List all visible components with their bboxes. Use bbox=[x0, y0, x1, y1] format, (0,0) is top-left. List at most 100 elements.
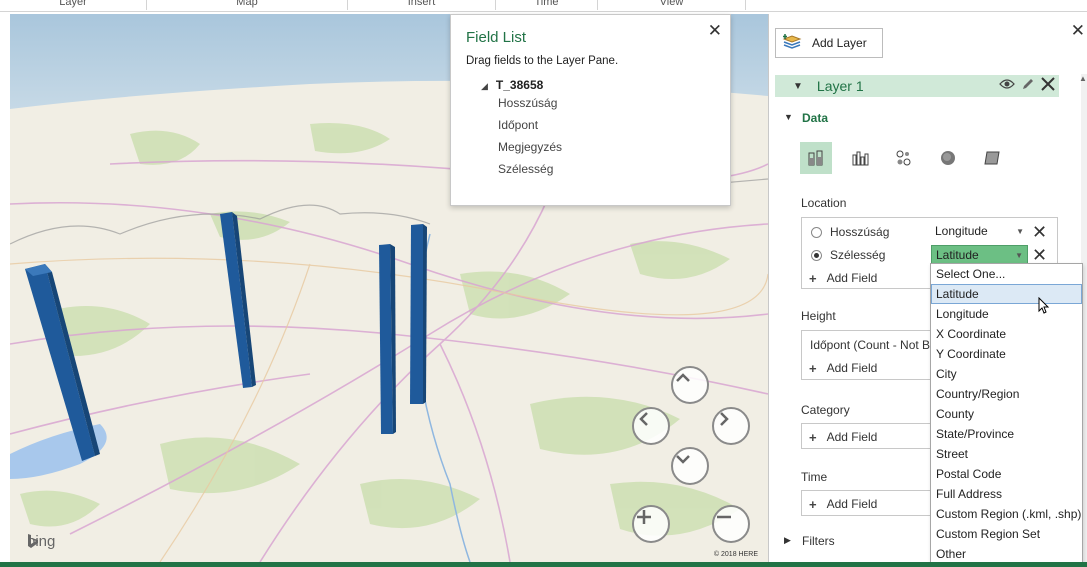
ribbon-group-labels: Layer Map Insert Time View bbox=[0, 0, 1087, 12]
location-radio-selected[interactable] bbox=[811, 249, 822, 261]
heat-map-viz-button[interactable] bbox=[932, 142, 964, 174]
region-icon bbox=[984, 151, 1000, 165]
field-item[interactable]: Szélesség bbox=[498, 162, 553, 176]
dropdown-option[interactable]: Custom Region (.kml, .shp) bbox=[931, 504, 1082, 524]
stacked-column-viz-button[interactable] bbox=[800, 142, 832, 174]
dropdown-option[interactable]: Street bbox=[931, 444, 1082, 464]
data-bar bbox=[410, 224, 423, 404]
ribbon-group-insert: Insert bbox=[348, 0, 496, 10]
bing-logo: bing bbox=[27, 533, 55, 550]
location-row[interactable]: Szélesség bbox=[802, 245, 885, 265]
field-list-title: Field List bbox=[466, 29, 527, 46]
layers-icon bbox=[782, 34, 802, 49]
location-field-name: Szélesség bbox=[830, 248, 886, 262]
plus-icon: + bbox=[809, 270, 817, 286]
location-type-dropdown-list[interactable]: Select One... Latitude Longitude X Coord… bbox=[930, 263, 1083, 563]
clustered-column-icon bbox=[852, 151, 869, 166]
dropdown-option[interactable]: Select One... bbox=[931, 264, 1082, 284]
add-field-row[interactable]: + Add Field bbox=[802, 427, 877, 447]
collapse-triangle-icon[interactable]: ▼ bbox=[793, 81, 803, 92]
location-radio[interactable] bbox=[811, 226, 822, 238]
dropdown-option[interactable]: Other bbox=[931, 544, 1082, 564]
dropdown-option[interactable]: Longitude bbox=[931, 304, 1082, 324]
height-field-row[interactable]: Időpont (Count - Not B bbox=[802, 335, 930, 355]
bing-b-icon bbox=[28, 534, 38, 548]
close-icon[interactable]: ✕ bbox=[708, 21, 722, 41]
chevron-down-icon bbox=[676, 455, 690, 464]
collapse-triangle-icon[interactable]: ◢ bbox=[481, 81, 488, 91]
field-item[interactable]: Időpont bbox=[498, 118, 538, 132]
add-field-row[interactable]: + Add Field bbox=[802, 268, 877, 288]
plus-icon: + bbox=[809, 496, 817, 512]
field-list-hint: Drag fields to the Layer Pane. bbox=[466, 55, 619, 67]
category-label: Category bbox=[801, 403, 850, 417]
location-type-select-open[interactable]: Latitude ▼ bbox=[931, 245, 1028, 265]
location-type-value: Longitude bbox=[935, 224, 988, 238]
dropdown-option[interactable]: Postal Code bbox=[931, 464, 1082, 484]
ribbon-group-view: View bbox=[598, 0, 746, 10]
remove-field-icon[interactable]: ✕ bbox=[1032, 223, 1047, 241]
zoom-out-button[interactable] bbox=[712, 505, 750, 543]
close-icon[interactable]: ✕ bbox=[1071, 21, 1085, 41]
dropdown-option[interactable]: State/Province bbox=[931, 424, 1082, 444]
layer-header[interactable]: ▼ Layer 1 bbox=[775, 75, 1059, 97]
region-viz-button[interactable] bbox=[976, 142, 1008, 174]
filters-section-header[interactable]: ▶ Filters bbox=[784, 534, 835, 548]
ribbon-group-map: Map bbox=[147, 0, 348, 10]
chevron-up-icon bbox=[676, 373, 690, 382]
delete-layer-icon[interactable] bbox=[1041, 77, 1055, 91]
heat-map-icon bbox=[941, 151, 955, 165]
add-field-row[interactable]: + Add Field bbox=[802, 358, 877, 378]
add-field-label: Add Field bbox=[826, 361, 878, 375]
dropdown-arrow-icon: ▼ bbox=[1016, 227, 1024, 236]
add-field-row[interactable]: + Add Field bbox=[802, 494, 877, 514]
dropdown-option[interactable]: City bbox=[931, 364, 1082, 384]
layer-name: Layer 1 bbox=[816, 78, 864, 94]
bubble-viz-button[interactable] bbox=[888, 142, 920, 174]
mouse-cursor-icon bbox=[1038, 297, 1050, 314]
pan-right-button[interactable] bbox=[712, 407, 750, 445]
plus-icon: + bbox=[809, 429, 817, 445]
expand-triangle-icon[interactable]: ▶ bbox=[784, 535, 791, 546]
plus-icon: + bbox=[809, 360, 817, 376]
field-list-table[interactable]: ◢ T_38658 bbox=[481, 78, 543, 92]
eye-icon[interactable] bbox=[999, 78, 1015, 90]
data-section-label: Data bbox=[802, 111, 829, 125]
height-label: Height bbox=[801, 309, 836, 323]
collapse-triangle-icon[interactable]: ▼ bbox=[784, 112, 793, 122]
add-field-label: Add Field bbox=[826, 497, 878, 511]
field-list-panel: Field List ✕ Drag fields to the Layer Pa… bbox=[450, 14, 731, 206]
remove-field-icon[interactable]: ✕ bbox=[1032, 246, 1047, 264]
location-label: Location bbox=[801, 196, 847, 210]
clustered-column-viz-button[interactable] bbox=[844, 142, 876, 174]
field-item[interactable]: Hosszúság bbox=[498, 96, 557, 110]
status-bar-accent bbox=[0, 562, 1087, 567]
location-row[interactable]: Hosszúság bbox=[802, 222, 889, 242]
pan-up-button[interactable] bbox=[671, 366, 709, 404]
pan-left-button[interactable] bbox=[632, 407, 670, 445]
dropdown-option[interactable]: Custom Region Set bbox=[931, 524, 1082, 544]
pan-down-button[interactable] bbox=[671, 447, 709, 485]
location-type-value: Latitude bbox=[936, 248, 979, 262]
data-section-header[interactable]: ▼ Data bbox=[784, 111, 829, 125]
height-field-value: Időpont (Count - Not B bbox=[810, 338, 931, 352]
minus-icon bbox=[717, 515, 731, 519]
dropdown-option-selected[interactable]: Latitude bbox=[931, 284, 1082, 304]
dropdown-option[interactable]: County bbox=[931, 404, 1082, 424]
pencil-icon[interactable] bbox=[1021, 77, 1035, 91]
location-field-name: Hosszúság bbox=[830, 225, 890, 239]
add-layer-button[interactable]: Add Layer bbox=[775, 28, 883, 58]
ribbon-group-layer: Layer bbox=[0, 0, 147, 10]
dropdown-option[interactable]: X Coordinate bbox=[931, 324, 1082, 344]
map-copyright: © 2018 HERE bbox=[713, 551, 758, 558]
zoom-in-button[interactable] bbox=[632, 505, 670, 543]
add-field-label: Add Field bbox=[826, 430, 878, 444]
location-type-select[interactable]: Longitude ▼ bbox=[931, 222, 1028, 242]
scroll-up-icon[interactable]: ▲ bbox=[1079, 74, 1087, 86]
dropdown-option[interactable]: Full Address bbox=[931, 484, 1082, 504]
plus-icon bbox=[637, 510, 651, 524]
table-name: T_38658 bbox=[495, 78, 544, 92]
dropdown-option[interactable]: Y Coordinate bbox=[931, 344, 1082, 364]
field-item[interactable]: Megjegyzés bbox=[498, 140, 562, 154]
dropdown-option[interactable]: Country/Region bbox=[931, 384, 1082, 404]
